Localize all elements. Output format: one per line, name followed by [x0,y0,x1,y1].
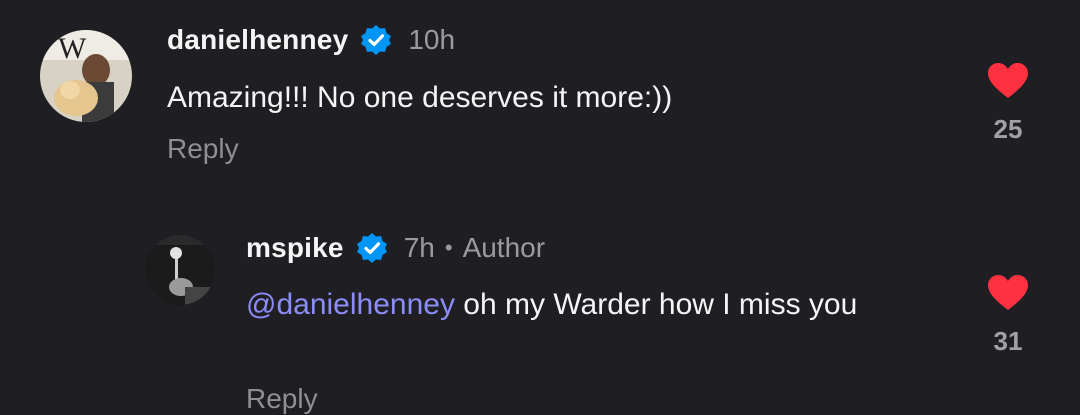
comment-body: oh my Warder how I miss you [454,288,858,321]
timestamp: 10h [408,24,456,55]
avatar[interactable]: W [40,30,132,122]
comment-header: danielhenney 10h [167,24,455,56]
separator-dot: • [444,235,453,260]
comment-header: mspike 7h • Author [246,232,545,264]
reply-button[interactable]: Reply [167,133,239,165]
avatar[interactable] [145,235,215,305]
comment-text: Amazing!!! No one deserves it more:)) [167,79,927,117]
verified-badge-icon [356,232,388,264]
verified-badge-icon [360,24,392,56]
comment-body: Amazing!!! No one deserves it more:)) [167,81,673,114]
like-control: 31 [980,274,1036,357]
comment-text: @danielhenney oh my Warder how I miss yo… [246,286,936,324]
mention-link[interactable]: @danielhenney [246,288,455,321]
username[interactable]: danielhenney [167,24,348,56]
comment-item: mspike 7h • Author @danielhenney oh my W… [0,210,1080,415]
like-control: 25 [980,62,1036,145]
timestamp: 7h [403,232,435,263]
svg-text:W: W [58,32,87,65]
reply-button[interactable]: Reply [246,383,318,415]
author-label: Author [462,232,546,263]
username[interactable]: mspike [246,232,344,264]
like-count[interactable]: 25 [980,114,1036,145]
like-count[interactable]: 31 [980,326,1036,357]
heart-icon[interactable] [987,62,1029,100]
heart-icon[interactable] [987,274,1029,312]
comment-item: W danielhenney 10h Amazing!!! No one des… [0,0,1080,200]
